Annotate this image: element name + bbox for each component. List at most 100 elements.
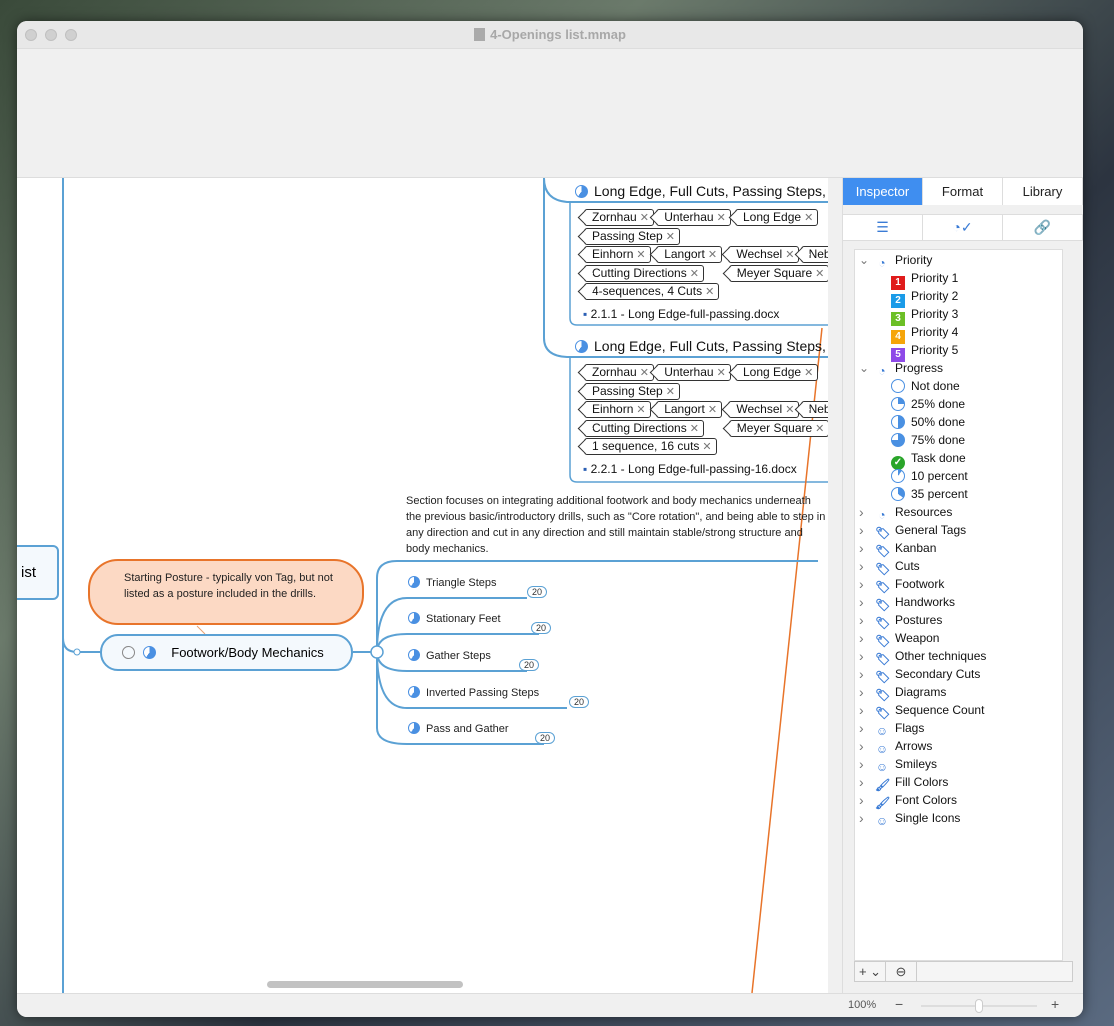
- subtopic[interactable]: Inverted Passing Steps: [408, 686, 539, 699]
- remove-tag-icon[interactable]: ✕: [717, 367, 726, 379]
- tag-chip[interactable]: Unterhau ✕: [656, 364, 731, 381]
- tree-item[interactable]: 4 Priority 4: [891, 323, 958, 344]
- tag-chip[interactable]: Cutting Directions ✕: [584, 264, 704, 282]
- chevron-right-icon[interactable]: ›: [859, 557, 864, 575]
- tag-chip[interactable]: Meyer Square ✕: [728, 419, 828, 437]
- more-options-icon[interactable]: ⊖: [886, 962, 917, 981]
- zoom-out-button[interactable]: −: [895, 996, 903, 1012]
- remove-tag-icon[interactable]: ✕: [666, 386, 675, 398]
- tree-item[interactable]: 25% done: [891, 395, 965, 413]
- remove-tag-icon[interactable]: ✕: [815, 268, 824, 280]
- tag-chip[interactable]: Neb✕: [800, 246, 828, 264]
- tree-group[interactable]: › 🖌 Font Colors: [855, 791, 957, 810]
- chevron-right-icon[interactable]: ›: [859, 593, 864, 611]
- tree-item[interactable]: 10 percent: [891, 467, 968, 485]
- tree-group[interactable]: › 🏷 Cuts: [855, 557, 920, 576]
- chevron-right-icon[interactable]: ›: [859, 719, 864, 737]
- remove-tag-icon[interactable]: ✕: [690, 423, 699, 435]
- tree-group[interactable]: › 🏷 Handworks: [855, 593, 955, 612]
- add-menu-button[interactable]: + ⌄: [855, 962, 886, 981]
- tree-group[interactable]: ⌄ ◔ Progress: [855, 359, 943, 378]
- subtopic[interactable]: Triangle Steps: [408, 576, 497, 589]
- chevron-down-icon[interactable]: ⌄: [859, 251, 869, 269]
- topic-header[interactable]: Long Edge, Full Cuts, Passing Steps,: [575, 338, 826, 354]
- remove-tag-icon[interactable]: ✕: [636, 249, 645, 261]
- tag-chip[interactable]: Neb✕: [800, 401, 828, 419]
- chevron-right-icon[interactable]: ›: [859, 701, 864, 719]
- callout-bubble[interactable]: Starting Posture - typically von Tag, bu…: [88, 559, 364, 625]
- horizontal-scroll-thumb[interactable]: [267, 981, 463, 988]
- tree-item[interactable]: Not done: [891, 377, 960, 395]
- attached-file[interactable]: ▪ 2.2.1 - Long Edge-full-passing-16.docx: [583, 462, 797, 476]
- tree-item[interactable]: 1 Priority 1: [891, 269, 958, 290]
- chevron-right-icon[interactable]: ›: [859, 737, 864, 755]
- remove-tag-icon[interactable]: ✕: [804, 367, 813, 379]
- tree-group[interactable]: › ☺ Arrows: [855, 737, 932, 756]
- chevron-right-icon[interactable]: ›: [859, 755, 864, 773]
- tag-chip[interactable]: Long Edge ✕: [735, 209, 819, 226]
- tab-format[interactable]: Format: [923, 178, 1003, 205]
- list-icon[interactable]: ☰: [843, 215, 923, 240]
- chevron-right-icon[interactable]: ›: [859, 683, 864, 701]
- subtopic[interactable]: Gather Steps: [408, 649, 491, 662]
- tree-group[interactable]: › 🏷 Kanban: [855, 539, 936, 558]
- remove-tag-icon[interactable]: ✕: [804, 212, 813, 224]
- tab-inspector[interactable]: Inspector: [843, 178, 923, 205]
- chevron-right-icon[interactable]: ›: [859, 539, 864, 557]
- attached-file[interactable]: ▪ 2.1.1 - Long Edge-full-passing.docx: [583, 307, 779, 321]
- tree-group[interactable]: › 🏷 Weapon: [855, 629, 939, 648]
- mindmap-canvas[interactable]: ist Long Edge, Full Cuts, Passing Steps,…: [17, 178, 828, 993]
- tag-chip[interactable]: Meyer Square ✕: [728, 264, 828, 282]
- tag-chip[interactable]: Passing Step ✕: [584, 227, 680, 245]
- chevron-right-icon[interactable]: ›: [859, 611, 864, 629]
- remove-tag-icon[interactable]: ✕: [708, 249, 717, 261]
- tree-group[interactable]: › 🏷 Footwork: [855, 575, 944, 594]
- tag-chip[interactable]: Passing Step ✕: [584, 382, 680, 400]
- subtopic[interactable]: Pass and Gather: [408, 722, 509, 735]
- tree-group[interactable]: › 🏷 Diagrams: [855, 683, 946, 702]
- chevron-right-icon[interactable]: ›: [859, 575, 864, 593]
- topic-header[interactable]: Long Edge, Full Cuts, Passing Steps,: [575, 183, 826, 199]
- remove-tag-icon[interactable]: ✕: [702, 441, 711, 453]
- zoom-slider-knob[interactable]: [975, 999, 983, 1013]
- tab-library[interactable]: Library: [1003, 178, 1083, 205]
- chevron-right-icon[interactable]: ›: [859, 503, 864, 521]
- topic-footwork-body-mechanics[interactable]: Footwork/Body Mechanics: [100, 634, 353, 671]
- tree-item[interactable]: ✓ Task done: [891, 449, 966, 470]
- chevron-right-icon[interactable]: ›: [859, 647, 864, 665]
- remove-tag-icon[interactable]: ✕: [640, 212, 649, 224]
- link-attachment-icon[interactable]: 🔗: [1003, 215, 1083, 240]
- chevron-right-icon[interactable]: ›: [859, 629, 864, 647]
- tree-group[interactable]: › 🏷 Postures: [855, 611, 942, 630]
- remove-tag-icon[interactable]: ✕: [636, 404, 645, 416]
- tree-item[interactable]: 75% done: [891, 431, 965, 449]
- tree-item[interactable]: 2 Priority 2: [891, 287, 958, 308]
- tree-group[interactable]: › ◔ Resources: [855, 503, 952, 522]
- tag-chip[interactable]: 4-sequences, 4 Cuts ✕: [584, 283, 720, 301]
- chevron-right-icon[interactable]: ›: [859, 791, 864, 809]
- subtopic[interactable]: Stationary Feet: [408, 612, 501, 625]
- tag-chip[interactable]: Zornhau ✕: [584, 364, 654, 381]
- remove-tag-icon[interactable]: ✕: [705, 286, 714, 298]
- tag-chip[interactable]: Wechsel ✕: [728, 246, 800, 264]
- tag-chip[interactable]: Einhorn ✕: [584, 401, 651, 419]
- remove-tag-icon[interactable]: ✕: [785, 404, 794, 416]
- tree-group[interactable]: › 🏷 Secondary Cuts: [855, 665, 980, 684]
- tag-chip[interactable]: Unterhau ✕: [656, 209, 731, 226]
- tree-group[interactable]: ⌄ ◔ Priority: [855, 251, 932, 270]
- tree-item[interactable]: 50% done: [891, 413, 965, 431]
- remove-tag-icon[interactable]: ✕: [785, 249, 794, 261]
- tag-chip[interactable]: Wechsel ✕: [728, 401, 800, 419]
- tree-item[interactable]: 35 percent: [891, 485, 968, 503]
- tree-group[interactable]: › ☺ Single Icons: [855, 809, 960, 828]
- root-topic[interactable]: ist: [17, 545, 59, 600]
- chevron-right-icon[interactable]: ›: [859, 521, 864, 539]
- chevron-right-icon[interactable]: ›: [859, 665, 864, 683]
- remove-tag-icon[interactable]: ✕: [690, 268, 699, 280]
- zoom-in-button[interactable]: +: [1051, 996, 1059, 1012]
- tag-chip[interactable]: 1 sequence, 16 cuts ✕: [584, 438, 717, 456]
- remove-tag-icon[interactable]: ✕: [708, 404, 717, 416]
- tag-chip[interactable]: Zornhau ✕: [584, 209, 654, 226]
- tree-item[interactable]: 3 Priority 3: [891, 305, 958, 326]
- tree-group[interactable]: › ☺ Flags: [855, 719, 924, 738]
